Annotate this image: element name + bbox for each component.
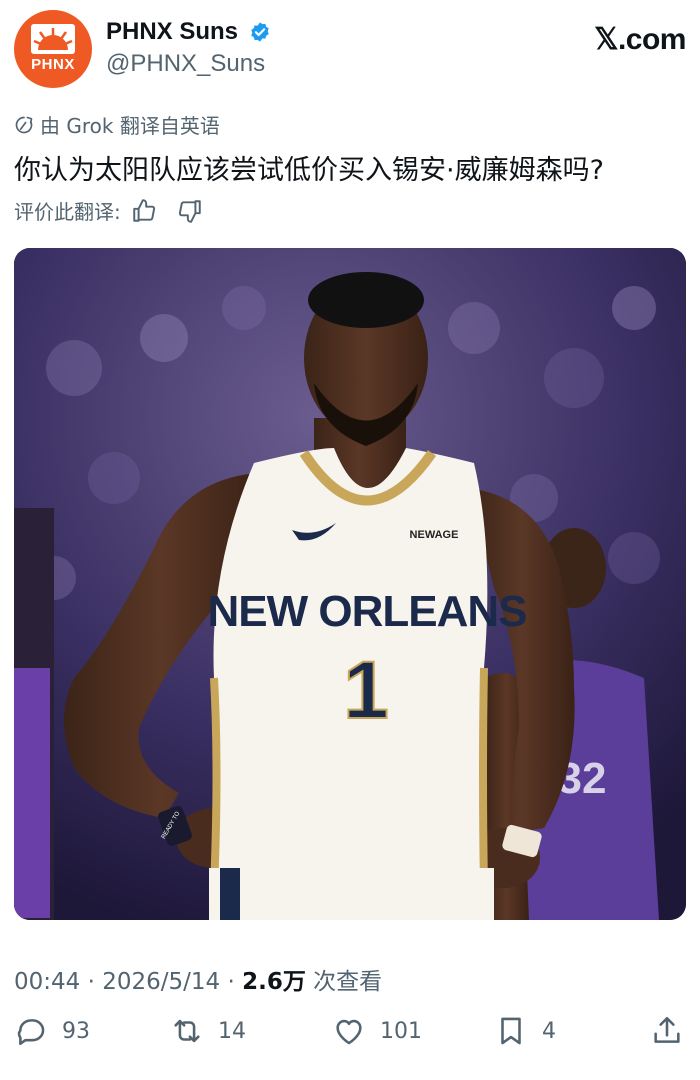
like-button[interactable]: 101: [332, 1014, 422, 1048]
account-handle[interactable]: @PHNX_Suns: [106, 50, 271, 78]
retweet-button[interactable]: 14: [170, 1014, 246, 1048]
like-count: 101: [380, 1018, 422, 1044]
translation-notice: 由 Grok 翻译自英语: [14, 110, 220, 139]
meta-separator: ·: [220, 969, 243, 995]
tweet-text: 你认为太阳队应该尝试低价买入锡安·威廉姆森吗?: [14, 155, 604, 186]
x-site-logo: 𝕏.com: [594, 23, 686, 56]
view-label: 次查看: [305, 969, 383, 995]
sponsor-patch-text: NEWAGE: [410, 529, 459, 541]
sun-logo-icon: [31, 24, 75, 54]
avatar-wordmark: PHNX: [31, 56, 75, 73]
verified-badge-icon: [251, 22, 269, 42]
thumbs-up-button[interactable]: [131, 198, 157, 224]
retweet-count: 14: [218, 1018, 246, 1044]
view-count: 2.6万: [242, 969, 306, 995]
tweet-date[interactable]: 2026/5/14: [102, 969, 220, 995]
bookmark-count: 4: [542, 1018, 556, 1044]
translate-icon: [15, 116, 33, 133]
thumbs-down-icon: [178, 199, 201, 223]
account-names: PHNX Suns @PHNX_Suns: [106, 18, 271, 78]
heart-icon: [336, 1019, 362, 1045]
basketball-player-photo: 32 READY TO NEWAGE NEW ORLEANS 1: [14, 248, 686, 920]
thumbs-up-icon: [133, 198, 155, 222]
share-button[interactable]: [650, 1014, 684, 1048]
tweet-header: PHNX PHNX Suns @PHNX_Suns 𝕏.com: [14, 10, 686, 90]
retweet-icon: [174, 1019, 200, 1043]
jersey-city-text: NEW ORLEANS: [208, 587, 527, 636]
reply-icon: [17, 1019, 45, 1046]
thumbs-down-button[interactable]: [177, 198, 203, 224]
rate-label: 评价此翻译:: [14, 200, 121, 224]
bookmark-icon: [501, 1017, 521, 1045]
tweet-time[interactable]: 00:44: [14, 969, 80, 995]
meta-separator: ·: [80, 969, 103, 995]
share-icon: [654, 1016, 680, 1043]
translation-label: 由 Grok 翻译自英语: [40, 114, 220, 138]
bookmark-button[interactable]: 4: [494, 1014, 556, 1048]
reply-button[interactable]: 93: [14, 1014, 90, 1048]
avatar[interactable]: PHNX: [14, 10, 92, 88]
tweet-meta: 00:44 · 2026/5/14 · 2.6万 次查看: [14, 962, 382, 996]
tweet-actions: 93 14 101 4: [14, 1014, 686, 1064]
tweet-photo[interactable]: 32 READY TO NEWAGE NEW ORLEANS 1: [14, 248, 686, 920]
display-name[interactable]: PHNX Suns: [106, 18, 238, 46]
reply-count: 93: [62, 1018, 90, 1044]
jersey-number-text: 1: [343, 645, 389, 736]
rate-translation: 评价此翻译:: [14, 196, 203, 225]
